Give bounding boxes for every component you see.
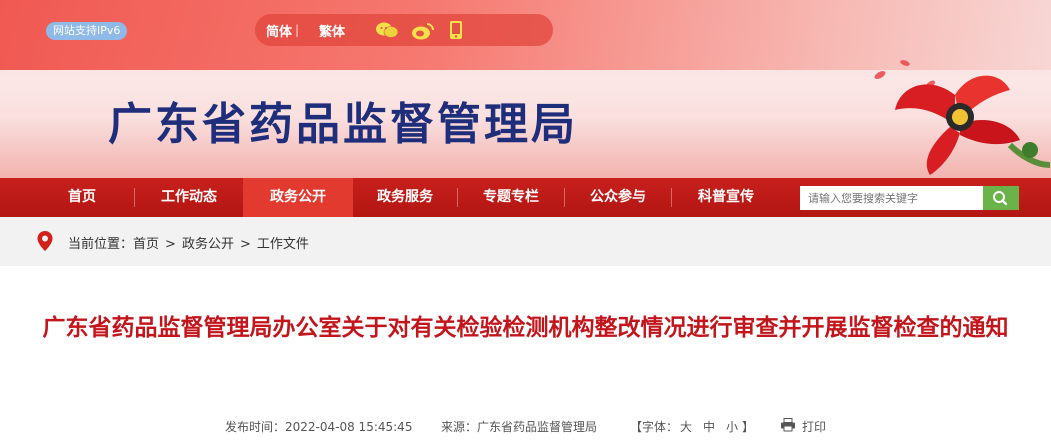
search-input[interactable]	[800, 186, 983, 210]
breadcrumb-work-documents-link[interactable]: 工作文件	[257, 237, 309, 252]
nav-item-special-topics[interactable]: 专题专栏	[458, 178, 564, 217]
search-box	[800, 186, 1020, 210]
search-button[interactable]	[983, 186, 1019, 210]
breadcrumb-trail: 当前位置：首页 > 政务公开 > 工作文件	[68, 233, 315, 252]
font-small-link[interactable]: 小	[726, 418, 738, 435]
breadcrumb-prefix: 当前位置：	[68, 237, 134, 252]
font-size-label-open: 【字体：	[630, 420, 679, 434]
breadcrumb: 当前位置：首页 > 政务公开 > 工作文件	[0, 217, 1051, 266]
breadcrumb-home-link[interactable]: 首页	[133, 237, 159, 252]
lang-divider: |	[295, 23, 300, 37]
breadcrumb-gov-affairs-link[interactable]: 政务公开	[182, 237, 234, 252]
font-large-link[interactable]: 大	[680, 418, 692, 435]
font-size-label-close: 】	[742, 420, 755, 434]
weibo-icon[interactable]	[411, 21, 435, 45]
print-link[interactable]: 打印	[802, 418, 826, 435]
breadcrumb-separator: >	[239, 237, 251, 252]
nav-item-home[interactable]: 首页	[30, 178, 134, 217]
nav-item-gov-affairs[interactable]: 政务公开	[243, 178, 353, 217]
site-title: 广东省药品监督管理局	[108, 99, 578, 150]
header-banner: 网站支持IPv6 简体 | 繁体 广东省药品监督管理局	[0, 0, 1051, 178]
flower-decoration	[874, 60, 1051, 175]
nav-item-gov-services[interactable]: 政务服务	[353, 178, 457, 217]
publish-time: 发布时间：2022-04-08 15:45:45	[225, 420, 413, 434]
article-title: 广东省药品监督管理局办公室关于对有关检验检测机构整改情况进行审查并开展监督检查的…	[42, 315, 1009, 341]
header-toolbar: 简体 | 繁体	[255, 14, 553, 46]
mobile-icon[interactable]	[449, 20, 463, 44]
ipv6-badge: 网站支持IPv6	[46, 22, 128, 40]
wechat-icon[interactable]	[375, 21, 399, 43]
nav-item-science-promotion[interactable]: 科普宣传	[672, 178, 780, 217]
location-pin-icon	[36, 230, 54, 256]
article-source: 来源：广东省药品监督管理局	[441, 420, 598, 434]
font-medium-link[interactable]: 中	[703, 418, 715, 435]
printer-icon[interactable]	[780, 418, 796, 435]
lang-simplified-link[interactable]: 简体	[266, 21, 292, 40]
search-icon	[993, 191, 1008, 206]
breadcrumb-separator: >	[165, 237, 176, 252]
nav-item-public-participation[interactable]: 公众参与	[565, 178, 671, 217]
nav-item-work-news[interactable]: 工作动态	[135, 178, 243, 217]
lang-traditional-link[interactable]: 繁体	[319, 21, 345, 40]
